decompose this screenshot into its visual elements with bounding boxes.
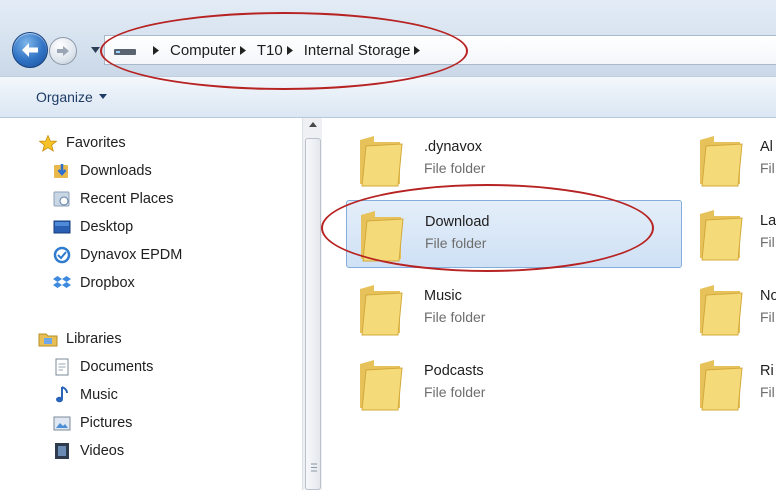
nav-item-videos[interactable]: Videos [52,440,124,462]
nav-item-pictures[interactable]: Pictures [52,412,132,434]
folder-item-dynavox[interactable]: .dynavox File folder [346,126,682,194]
nav-item-label: Dynavox EPDM [80,247,183,263]
folder-name: No [760,288,776,304]
breadcrumb-chevron-icon[interactable] [286,45,295,55]
nav-item-desktop[interactable]: Desktop [52,216,133,238]
documents-icon [52,358,72,376]
music-note-icon [52,386,72,404]
folder-icon [360,285,403,336]
file-list: .dynavox File folder Download File folde… [322,118,776,490]
folder-type: Fil [760,309,775,325]
folder-type: Fil [760,384,775,400]
folder-type: File folder [424,160,486,176]
folder-icon [360,136,403,187]
nav-item-documents[interactable]: Documents [52,356,153,378]
folder-name: .dynavox [424,139,483,155]
back-arrow-icon [22,43,38,57]
nav-item-dropbox[interactable]: Dropbox [52,272,135,294]
folder-type: File folder [424,309,486,325]
organize-button[interactable]: Organize [36,89,107,105]
dropbox-icon [52,274,72,292]
desktop-icon [52,218,72,236]
recent-places-icon [52,190,72,208]
breadcrumb-chevron-icon[interactable] [239,45,248,55]
folder-icon [361,211,404,262]
back-button[interactable] [12,32,48,68]
chevron-down-icon [98,94,107,100]
nav-item-dynavox-epdm[interactable]: Dynavox EPDM [52,244,182,266]
nav-item-music[interactable]: Music [52,384,118,406]
forward-arrow-icon [57,46,69,56]
nav-favorites[interactable]: Favorites [38,132,126,154]
folder-icon [700,136,743,187]
folder-icon [700,360,743,411]
folder-item-al[interactable]: Al Fil [686,126,776,194]
folder-item-la[interactable]: La Fil [686,200,776,268]
folder-item-download[interactable]: Download File folder [346,200,682,268]
breadcrumb-internal-storage[interactable]: Internal Storage [304,42,411,59]
folder-type: File folder [424,384,486,400]
nav-item-label: Desktop [80,219,134,235]
scrollbar-thumb[interactable] [305,138,321,490]
nav-item-label: Music [80,387,118,403]
nav-item-label: Downloads [80,163,152,179]
folder-name: Ri [760,363,774,379]
address-bar[interactable]: Computer T10 Internal Storage [104,35,776,65]
scroll-up-arrow-icon[interactable] [307,122,319,132]
breadcrumb-chevron-icon[interactable] [153,45,161,55]
chevron-down-icon [90,47,100,53]
folder-item-no[interactable]: No Fil [686,275,776,343]
folder-name: La [760,213,776,229]
organize-label: Organize [36,89,93,105]
nav-favorites-label: Favorites [66,135,126,151]
breadcrumb-computer[interactable]: Computer [170,42,236,59]
folder-type: Fil [760,234,775,250]
navigation-bar: Computer T10 Internal Storage [0,0,776,76]
folder-type: File folder [425,235,487,251]
breadcrumb-t10[interactable]: T10 [257,42,283,59]
folder-icon [700,285,743,336]
dynavox-icon [52,246,72,264]
nav-item-label: Dropbox [80,275,135,291]
pictures-icon [52,414,72,432]
nav-item-label: Documents [80,359,154,375]
folder-name: Music [424,288,462,304]
star-icon [38,134,58,152]
command-toolbar: Organize [0,76,776,118]
recent-pages-dropdown[interactable] [89,42,101,58]
folder-name: Download [425,214,490,230]
navigation-pane: Favorites Downloads Recent Places Deskto… [0,118,302,490]
folder-icon [360,360,403,411]
nav-item-label: Recent Places [80,191,174,207]
nav-libraries-label: Libraries [66,331,122,347]
grip-icon [311,463,317,472]
nav-item-recent-places[interactable]: Recent Places [52,188,174,210]
videos-icon [52,442,72,460]
navigation-scrollbar[interactable] [302,118,322,490]
folder-type: Fil [760,160,775,176]
nav-libraries[interactable]: Libraries [38,328,122,350]
nav-item-label: Videos [80,443,125,459]
breadcrumb-chevron-icon[interactable] [414,45,422,55]
libraries-icon [38,330,58,348]
folder-item-music[interactable]: Music File folder [346,275,682,343]
computer-icon [113,43,139,57]
nav-item-label: Pictures [80,415,133,431]
folder-item-ri[interactable]: Ri Fil [686,350,776,418]
forward-button[interactable] [49,37,77,65]
folder-icon [700,210,743,261]
nav-item-downloads[interactable]: Downloads [52,160,152,182]
folder-item-podcasts[interactable]: Podcasts File folder [346,350,682,418]
folder-name: Al [760,139,773,155]
downloads-icon [52,162,72,180]
folder-name: Podcasts [424,363,484,379]
